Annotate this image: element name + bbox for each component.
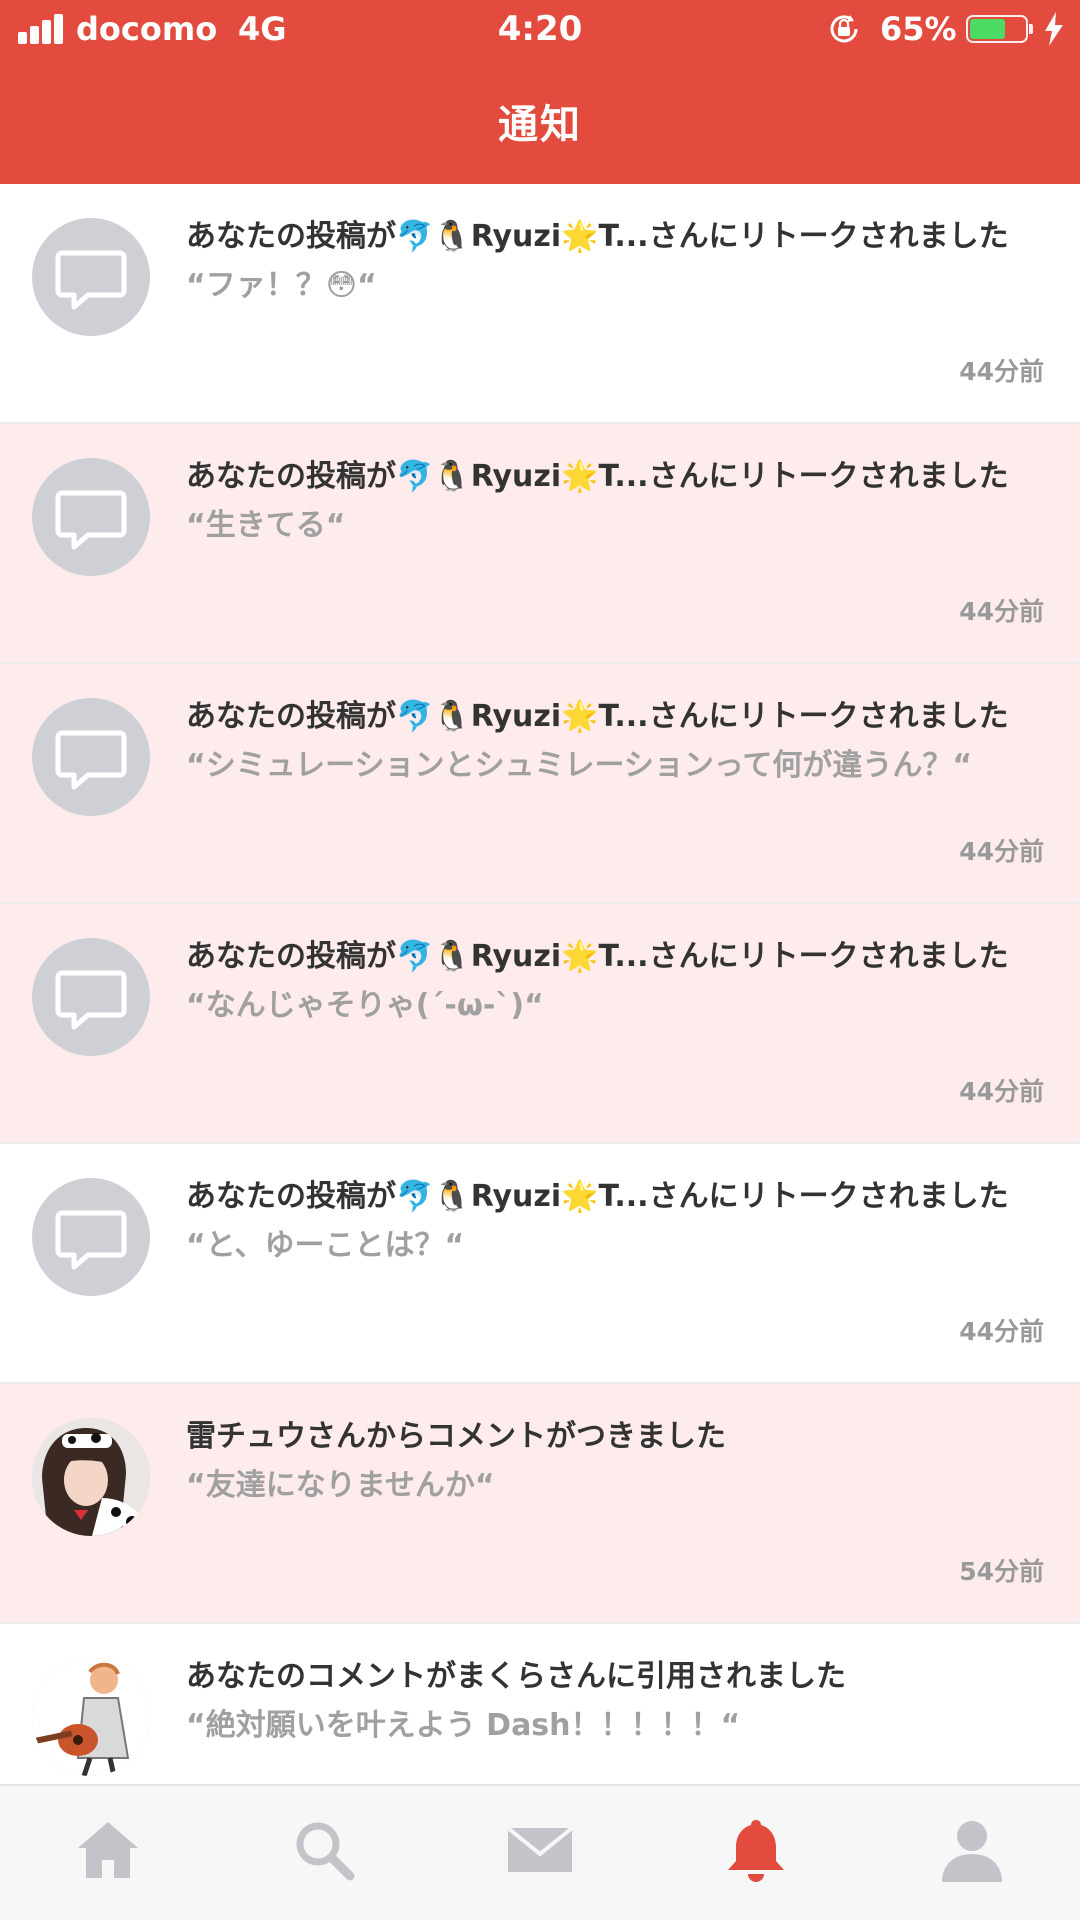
notification-item[interactable]: 雷チュウさんからコメントがつきました “友達になりませんか“ 54分前 xyxy=(0,1384,1080,1624)
status-bar: docomo 4G 4:20 65% xyxy=(0,0,1080,60)
notification-item[interactable]: あなたの投稿が🐬🐧Ryuzi🌟T...さんにリトークされました “と、ゆーことは？… xyxy=(0,1144,1080,1384)
notification-quote: “絶対願いを叶えよう Dash！！！！！“ xyxy=(186,1708,741,1743)
notification-quote: “なんじゃそりゃ(´-ω-`)“ xyxy=(186,988,544,1023)
notification-message: あなたのコメントがまくらさんに引用されました xyxy=(186,1659,846,1694)
notification-list[interactable]: あなたの投稿が🐬🐧Ryuzi🌟T...さんにリトークされました “ファ！？😳“ 44… xyxy=(0,184,1080,1784)
tab-bell[interactable] xyxy=(648,1786,864,1922)
notification-time: 44分前 xyxy=(959,837,1044,866)
speech-bubble-icon[interactable] xyxy=(32,938,150,1056)
notification-time: 44分前 xyxy=(959,357,1044,386)
rotation-lock-icon xyxy=(830,15,858,43)
charging-bolt-icon xyxy=(1045,12,1063,46)
notification-item[interactable]: あなたの投稿が🐬🐧Ryuzi🌟T...さんにリトークされました “なんじゃそりゃ(… xyxy=(0,904,1080,1144)
profile-icon[interactable] xyxy=(936,1814,1008,1886)
speech-bubble-icon[interactable] xyxy=(32,698,150,816)
search-icon[interactable] xyxy=(288,1814,360,1886)
battery-icon xyxy=(966,15,1036,45)
tab-search[interactable] xyxy=(216,1786,432,1922)
notification-time: 44分前 xyxy=(959,597,1044,626)
mail-icon[interactable] xyxy=(504,1814,576,1886)
user-photo-avatar[interactable] xyxy=(32,1418,150,1536)
tab-mail[interactable] xyxy=(432,1786,648,1922)
notification-message: あなたの投稿が🐬🐧Ryuzi🌟T...さんにリトークされました xyxy=(186,699,1009,734)
speech-bubble-icon[interactable] xyxy=(32,218,150,336)
notification-item[interactable]: あなたの投稿が🐬🐧Ryuzi🌟T...さんにリトークされました “ファ！？😳“ 44… xyxy=(0,184,1080,424)
speech-bubble-icon[interactable] xyxy=(32,458,150,576)
bell-icon[interactable] xyxy=(720,1814,792,1886)
notification-item[interactable]: あなたの投稿が🐬🐧Ryuzi🌟T...さんにリトークされました “生きてる“ 44分… xyxy=(0,424,1080,664)
notification-text: あなたの投稿が🐬🐧Ryuzi🌟T...さんにリトークされました “ファ！？😳“ xyxy=(186,216,1046,306)
tab-bar xyxy=(0,1784,1080,1920)
battery-percent: 65% xyxy=(880,10,957,48)
notification-text: あなたの投稿が🐬🐧Ryuzi🌟T...さんにリトークされました “生きてる“ xyxy=(186,456,1046,546)
notification-message: あなたの投稿が🐬🐧Ryuzi🌟T...さんにリトークされました xyxy=(186,459,1009,494)
notification-message: あなたの投稿が🐬🐧Ryuzi🌟T...さんにリトークされました xyxy=(186,1179,1009,1214)
top-bar: docomo 4G 4:20 65% 通知 xyxy=(0,0,1080,184)
notification-text: 雷チュウさんからコメントがつきました “友達になりませんか“ xyxy=(186,1416,1046,1506)
notification-text: あなたの投稿が🐬🐧Ryuzi🌟T...さんにリトークされました “なんじゃそりゃ(… xyxy=(186,936,1046,1026)
notification-time: 54分前 xyxy=(959,1557,1044,1586)
notification-message: 雷チュウさんからコメントがつきました xyxy=(186,1419,726,1454)
tab-home[interactable] xyxy=(0,1786,216,1922)
notification-quote: “と、ゆーことは？“ xyxy=(186,1228,465,1263)
notification-message: あなたの投稿が🐬🐧Ryuzi🌟T...さんにリトークされました xyxy=(186,939,1009,974)
home-icon[interactable] xyxy=(72,1814,144,1886)
page-title: 通知 xyxy=(498,102,582,148)
notification-quote: “友達になりませんか“ xyxy=(186,1468,495,1503)
notification-item[interactable]: あなたのコメントがまくらさんに引用されました “絶対願いを叶えよう Dash！！！… xyxy=(0,1624,1080,1784)
tab-profile[interactable] xyxy=(864,1786,1080,1922)
speech-bubble-icon[interactable] xyxy=(32,1178,150,1296)
notification-quote: “生きてる“ xyxy=(186,508,346,543)
notification-quote: “ファ！？😳“ xyxy=(186,268,377,303)
notification-message: あなたの投稿が🐬🐧Ryuzi🌟T...さんにリトークされました xyxy=(186,219,1009,254)
notification-text: あなたの投稿が🐬🐧Ryuzi🌟T...さんにリトークされました “シミュレーション… xyxy=(186,696,1046,786)
notification-time: 44分前 xyxy=(959,1317,1044,1346)
notification-time: 44分前 xyxy=(959,1077,1044,1106)
notification-quote: “シミュレーションとシュミレーションって何が違うん？“ xyxy=(186,748,973,783)
notification-text: あなたのコメントがまくらさんに引用されました “絶対願いを叶えよう Dash！！！… xyxy=(186,1656,1046,1746)
notification-text: あなたの投稿が🐬🐧Ryuzi🌟T...さんにリトークされました “と、ゆーことは？… xyxy=(186,1176,1046,1266)
notification-item[interactable]: あなたの投稿が🐬🐧Ryuzi🌟T...さんにリトークされました “シミュレーション… xyxy=(0,664,1080,904)
guitar-illustration-avatar[interactable] xyxy=(32,1658,150,1776)
